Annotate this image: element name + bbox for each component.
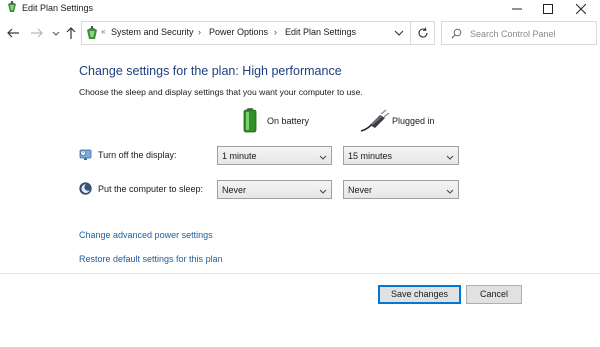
select-value: Never <box>222 185 247 195</box>
display-timeout-battery-select[interactable]: 1 minute <box>217 146 332 165</box>
chevron-down-icon[interactable] <box>394 28 404 38</box>
chevron-down-icon <box>446 187 454 194</box>
breadcrumb-separator[interactable]: › <box>198 27 201 37</box>
chevron-down-icon <box>319 153 327 160</box>
power-plug-icon <box>360 107 390 133</box>
sleep-moon-icon <box>79 182 92 195</box>
display-timeout-label: Turn off the display: <box>98 150 177 160</box>
save-changes-button[interactable]: Save changes <box>378 285 461 304</box>
advanced-power-settings-link[interactable]: Change advanced power settings <box>79 230 213 240</box>
select-value: Never <box>348 185 373 195</box>
page-subtitle: Choose the sleep and display settings th… <box>79 87 363 97</box>
close-icon[interactable] <box>566 0 596 18</box>
column-header-on-battery: On battery <box>240 107 350 135</box>
chevron-down-icon <box>446 153 454 160</box>
search-icon <box>451 28 462 39</box>
breadcrumb-power-options[interactable]: Power Options <box>209 27 268 37</box>
breadcrumb-edit-plan-settings[interactable]: Edit Plan Settings <box>285 27 356 37</box>
arrow-up-icon[interactable] <box>64 26 78 40</box>
search-box[interactable] <box>441 21 597 45</box>
breadcrumb-overflow[interactable]: « <box>101 27 105 36</box>
window-title: Edit Plan Settings <box>22 3 94 13</box>
column-label-plugged-in: Plugged in <box>392 116 435 126</box>
maximize-icon[interactable] <box>533 0 563 18</box>
page-title: Change settings for the plan: High perfo… <box>79 64 342 78</box>
chevron-down-icon[interactable] <box>51 29 61 39</box>
footer-divider <box>0 273 600 274</box>
chevron-down-icon <box>319 187 327 194</box>
control-panel-icon <box>6 1 18 13</box>
restore-defaults-link[interactable]: Restore default settings for this plan <box>79 254 223 264</box>
sleep-timeout-battery-select[interactable]: Never <box>217 180 332 199</box>
breadcrumb-separator[interactable]: › <box>274 27 277 37</box>
sleep-timeout-label: Put the computer to sleep: <box>98 184 204 194</box>
select-value: 15 minutes <box>348 151 393 161</box>
refresh-icon[interactable] <box>411 21 435 45</box>
sleep-timeout-plugged-select[interactable]: Never <box>343 180 459 199</box>
cancel-button[interactable]: Cancel <box>466 285 522 304</box>
title-bar: Edit Plan Settings <box>0 0 600 18</box>
select-value: 1 minute <box>222 151 257 161</box>
display-timer-icon <box>79 148 92 161</box>
arrow-right-icon[interactable] <box>30 26 44 40</box>
control-panel-icon <box>85 26 99 40</box>
column-label-on-battery: On battery <box>267 116 310 126</box>
battery-icon <box>240 107 264 133</box>
breadcrumb-system-and-security[interactable]: System and Security <box>111 27 194 37</box>
display-timeout-plugged-select[interactable]: 15 minutes <box>343 146 459 165</box>
search-input[interactable] <box>470 26 594 41</box>
address-bar[interactable]: « System and Security › Power Options › … <box>81 21 411 45</box>
minimize-icon[interactable] <box>502 0 532 18</box>
arrow-left-icon[interactable] <box>6 26 20 40</box>
column-header-plugged-in: Plugged in <box>360 107 470 135</box>
